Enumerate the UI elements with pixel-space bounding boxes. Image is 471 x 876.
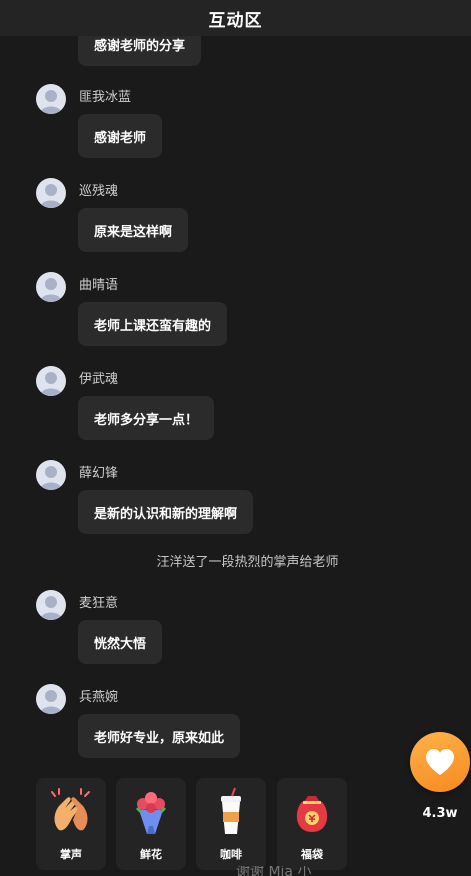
gift-label: 咖啡 [220, 848, 242, 861]
comment-bubble: 感谢老师 [78, 114, 163, 158]
system-message: 汪洋送了一段热烈的掌声给老师 [156, 555, 339, 570]
comment-bubble: 老师上课还蛮有趣的 [78, 302, 228, 346]
user-avatar [36, 84, 66, 114]
header-bar: 互动区 [0, 0, 471, 36]
user-avatar [36, 460, 66, 490]
username: 匪我冰蓝 [79, 90, 132, 105]
user-avatar [36, 272, 66, 302]
comment-bubble: 是新的认识和新的理解啊 [78, 490, 254, 534]
gift-flowers[interactable]: 鲜花 [116, 778, 186, 870]
username: 薛幻锋 [79, 466, 119, 481]
lucky-bag-icon [296, 796, 328, 832]
flower-bouquet-icon [135, 792, 167, 834]
gift-coffee[interactable]: 咖啡 [196, 778, 266, 870]
comment-bubble: 原来是这样啊 [78, 208, 189, 252]
like-button[interactable] [410, 732, 470, 792]
user-avatar [36, 178, 66, 208]
like-count: 4.3w [422, 806, 458, 821]
user-avatar [36, 366, 66, 396]
comment-feed[interactable]: 感谢老师的分享 匪我冰蓝 感谢老师 巡残魂 原来是这样啊 曲晴语 老师上课还蛮有… [0, 0, 471, 876]
comment-bubble: 恍然大悟 [78, 620, 163, 664]
coffee-cup-icon [221, 787, 241, 834]
user-avatar [36, 684, 66, 714]
user-avatar [36, 590, 66, 620]
gift-label: 掌声 [60, 848, 82, 861]
partial-message: 谢谢 Mia 小 [236, 866, 312, 876]
page-title: 互动区 [208, 10, 263, 31]
gift-lucky-bag[interactable]: 福袋 [277, 778, 347, 870]
username: 兵燕婉 [79, 690, 119, 705]
username: 曲晴语 [79, 278, 119, 293]
gift-applause[interactable]: 掌声 [36, 778, 106, 870]
gift-label: 福袋 [301, 848, 323, 861]
heart-icon [426, 749, 454, 775]
username: 巡残魂 [79, 184, 119, 199]
comment-bubble: 老师好专业，原来如此 [78, 714, 241, 758]
clapping-hands-icon [51, 788, 90, 831]
username: 麦狂意 [79, 596, 119, 611]
gift-label: 鲜花 [140, 848, 162, 861]
username: 伊武魂 [79, 372, 119, 387]
comment-bubble: 老师多分享一点！ [78, 396, 215, 440]
